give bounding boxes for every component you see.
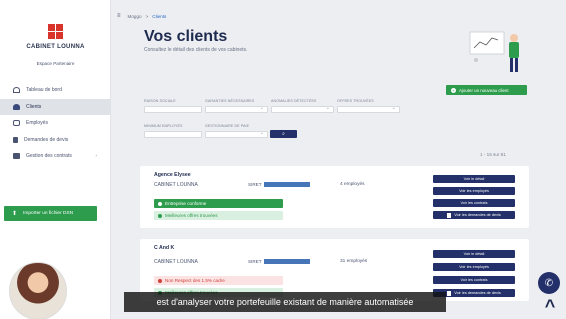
- client-siret-label: SIRET: [248, 182, 262, 187]
- client-cabinet: CABINET LOUNNA: [154, 259, 198, 265]
- view-employees-button[interactable]: Voir les employés: [433, 187, 515, 195]
- pagination-info: 1 - 15 sur 81: [480, 152, 506, 157]
- client-siret-label: SIRET: [248, 259, 262, 264]
- anomalies-select[interactable]: [271, 105, 334, 113]
- view-contracts-button[interactable]: Voir les contrats: [433, 199, 515, 207]
- sidebar-item-label: Gestion des contrats: [26, 153, 72, 159]
- chevron-up-icon: ^: [544, 296, 556, 316]
- menu-icon[interactable]: ≡: [117, 13, 121, 19]
- document-icon: [447, 212, 452, 218]
- phone-call-button[interactable]: ✆: [538, 272, 560, 294]
- filter-label-offres: OFFRES TROUVÉES: [337, 99, 374, 103]
- add-client-button[interactable]: + Ajouter un nouveau client: [446, 85, 527, 95]
- view-contracts-button[interactable]: Voir les contrats: [433, 276, 515, 284]
- document-icon: [13, 136, 18, 143]
- filter-label-minimum: MINIMUM EMPLOYÉS: [144, 124, 183, 128]
- client-siret-redacted: [264, 259, 310, 264]
- offres-select[interactable]: [337, 105, 400, 113]
- status-badge-label: Meilleures offres trouvées: [165, 213, 218, 218]
- client-siret-redacted: [264, 182, 310, 187]
- view-quotes-label: Voir les demandes de devis: [454, 213, 501, 217]
- document-icon: [447, 290, 452, 296]
- sidebar-item-contracts[interactable]: Gestion des contrats ›: [0, 148, 111, 164]
- client-employees: 4 employés: [340, 182, 365, 187]
- sidebar-item-label: Employés: [26, 120, 48, 126]
- sidebar-item-dashboard[interactable]: Tableau de bord: [0, 82, 111, 98]
- client-name: C And K: [154, 245, 175, 251]
- client-name: Agence Elysee: [154, 172, 191, 178]
- warning-icon: [158, 278, 162, 283]
- user-icon: [13, 103, 20, 110]
- brand-space: Espace Partenaire: [36, 61, 75, 66]
- sidebar-item-label: Demandes de devis: [24, 136, 69, 143]
- view-quotes-label: Voir les demandes de devis: [454, 291, 501, 295]
- search-button[interactable]: ⌕: [270, 130, 297, 138]
- dashboard-icon: [13, 87, 20, 93]
- view-employees-button[interactable]: Voir les employés: [433, 263, 515, 271]
- logo-icon: [48, 24, 63, 39]
- presenter-avatar: [9, 262, 67, 319]
- plus-icon: +: [451, 87, 456, 93]
- phone-icon: ✆: [544, 277, 554, 289]
- sidebar-item-clients[interactable]: Clients: [0, 98, 111, 115]
- status-badge: Meilleures offres trouvées: [154, 211, 283, 220]
- garanties-select[interactable]: [205, 105, 268, 113]
- chevron-right-icon: ›: [95, 153, 97, 159]
- filter-label-anomalies: ANOMALIES DÉTECTÉES: [271, 99, 317, 103]
- sidebar-item-label: Clients: [26, 103, 42, 110]
- breadcrumb-home[interactable]: Moggo: [128, 14, 142, 19]
- sidebar-item-employees[interactable]: Employés: [0, 115, 111, 131]
- status-badge: Entreprise conforme: [154, 199, 283, 208]
- video-subtitle: est d'analyser votre portefeuille exista…: [124, 292, 446, 312]
- client-cabinet: CABINET LOUNNA: [154, 182, 198, 188]
- page-subtitle: Consultez le détail des clients de vos c…: [144, 47, 248, 53]
- status-badge-label: Non Respect des 1.5% cadre: [165, 278, 225, 283]
- scroll-top-button[interactable]: ^: [540, 296, 560, 316]
- filter-label-gestionnaire: GESTIONNAIRE DE PAIE: [205, 124, 250, 128]
- topbar: ≡ Moggo > Clients: [111, 0, 566, 28]
- brand-name: CABINET LOUNNA: [26, 44, 85, 50]
- view-detail-button[interactable]: Voir le détail: [433, 250, 515, 258]
- gestionnaire-select[interactable]: [205, 130, 268, 138]
- search-icon: ⌕: [282, 131, 285, 137]
- raison-sociale-input[interactable]: [144, 106, 202, 113]
- page-title: Vos clients: [144, 28, 228, 45]
- minimum-employees-input[interactable]: [144, 131, 202, 138]
- team-icon: [13, 120, 20, 126]
- check-icon: [158, 213, 162, 218]
- import-dsn-label: Importer un fichier DSN: [23, 211, 74, 216]
- filter-label-raison-sociale: RAISON SOCIALE: [144, 99, 176, 103]
- breadcrumb-separator: >: [145, 13, 149, 19]
- import-dsn-button[interactable]: ⬆ Importer un fichier DSN: [4, 206, 97, 221]
- status-badge: Non Respect des 1.5% cadre: [154, 276, 283, 285]
- check-icon: [158, 201, 162, 206]
- client-employees: 31 employés: [340, 259, 368, 264]
- sidebar-nav: Tableau de bord Clients Employés Demande…: [0, 82, 111, 165]
- client-card: Agence Elysee CABINET LOUNNA SIRET 4 emp…: [140, 166, 529, 228]
- illustration-icon: [469, 31, 519, 72]
- status-badge-label: Entreprise conforme: [165, 201, 207, 206]
- breadcrumb: ≡ Moggo > Clients: [117, 13, 166, 19]
- sidebar-item-label: Tableau de bord: [26, 87, 62, 93]
- breadcrumb-current: Clients: [152, 13, 167, 19]
- view-quotes-button[interactable]: Voir les demandes de devis: [433, 211, 515, 219]
- filter-label-garanties: GARANTIES NÉCESSAIRES: [205, 99, 255, 103]
- folder-icon: [13, 153, 20, 159]
- sidebar-item-quotes[interactable]: Demandes de devis: [0, 132, 111, 148]
- add-client-label: Ajouter un nouveau client: [459, 87, 509, 93]
- upload-icon: ⬆: [12, 211, 18, 217]
- view-detail-button[interactable]: Voir le détail: [433, 175, 515, 183]
